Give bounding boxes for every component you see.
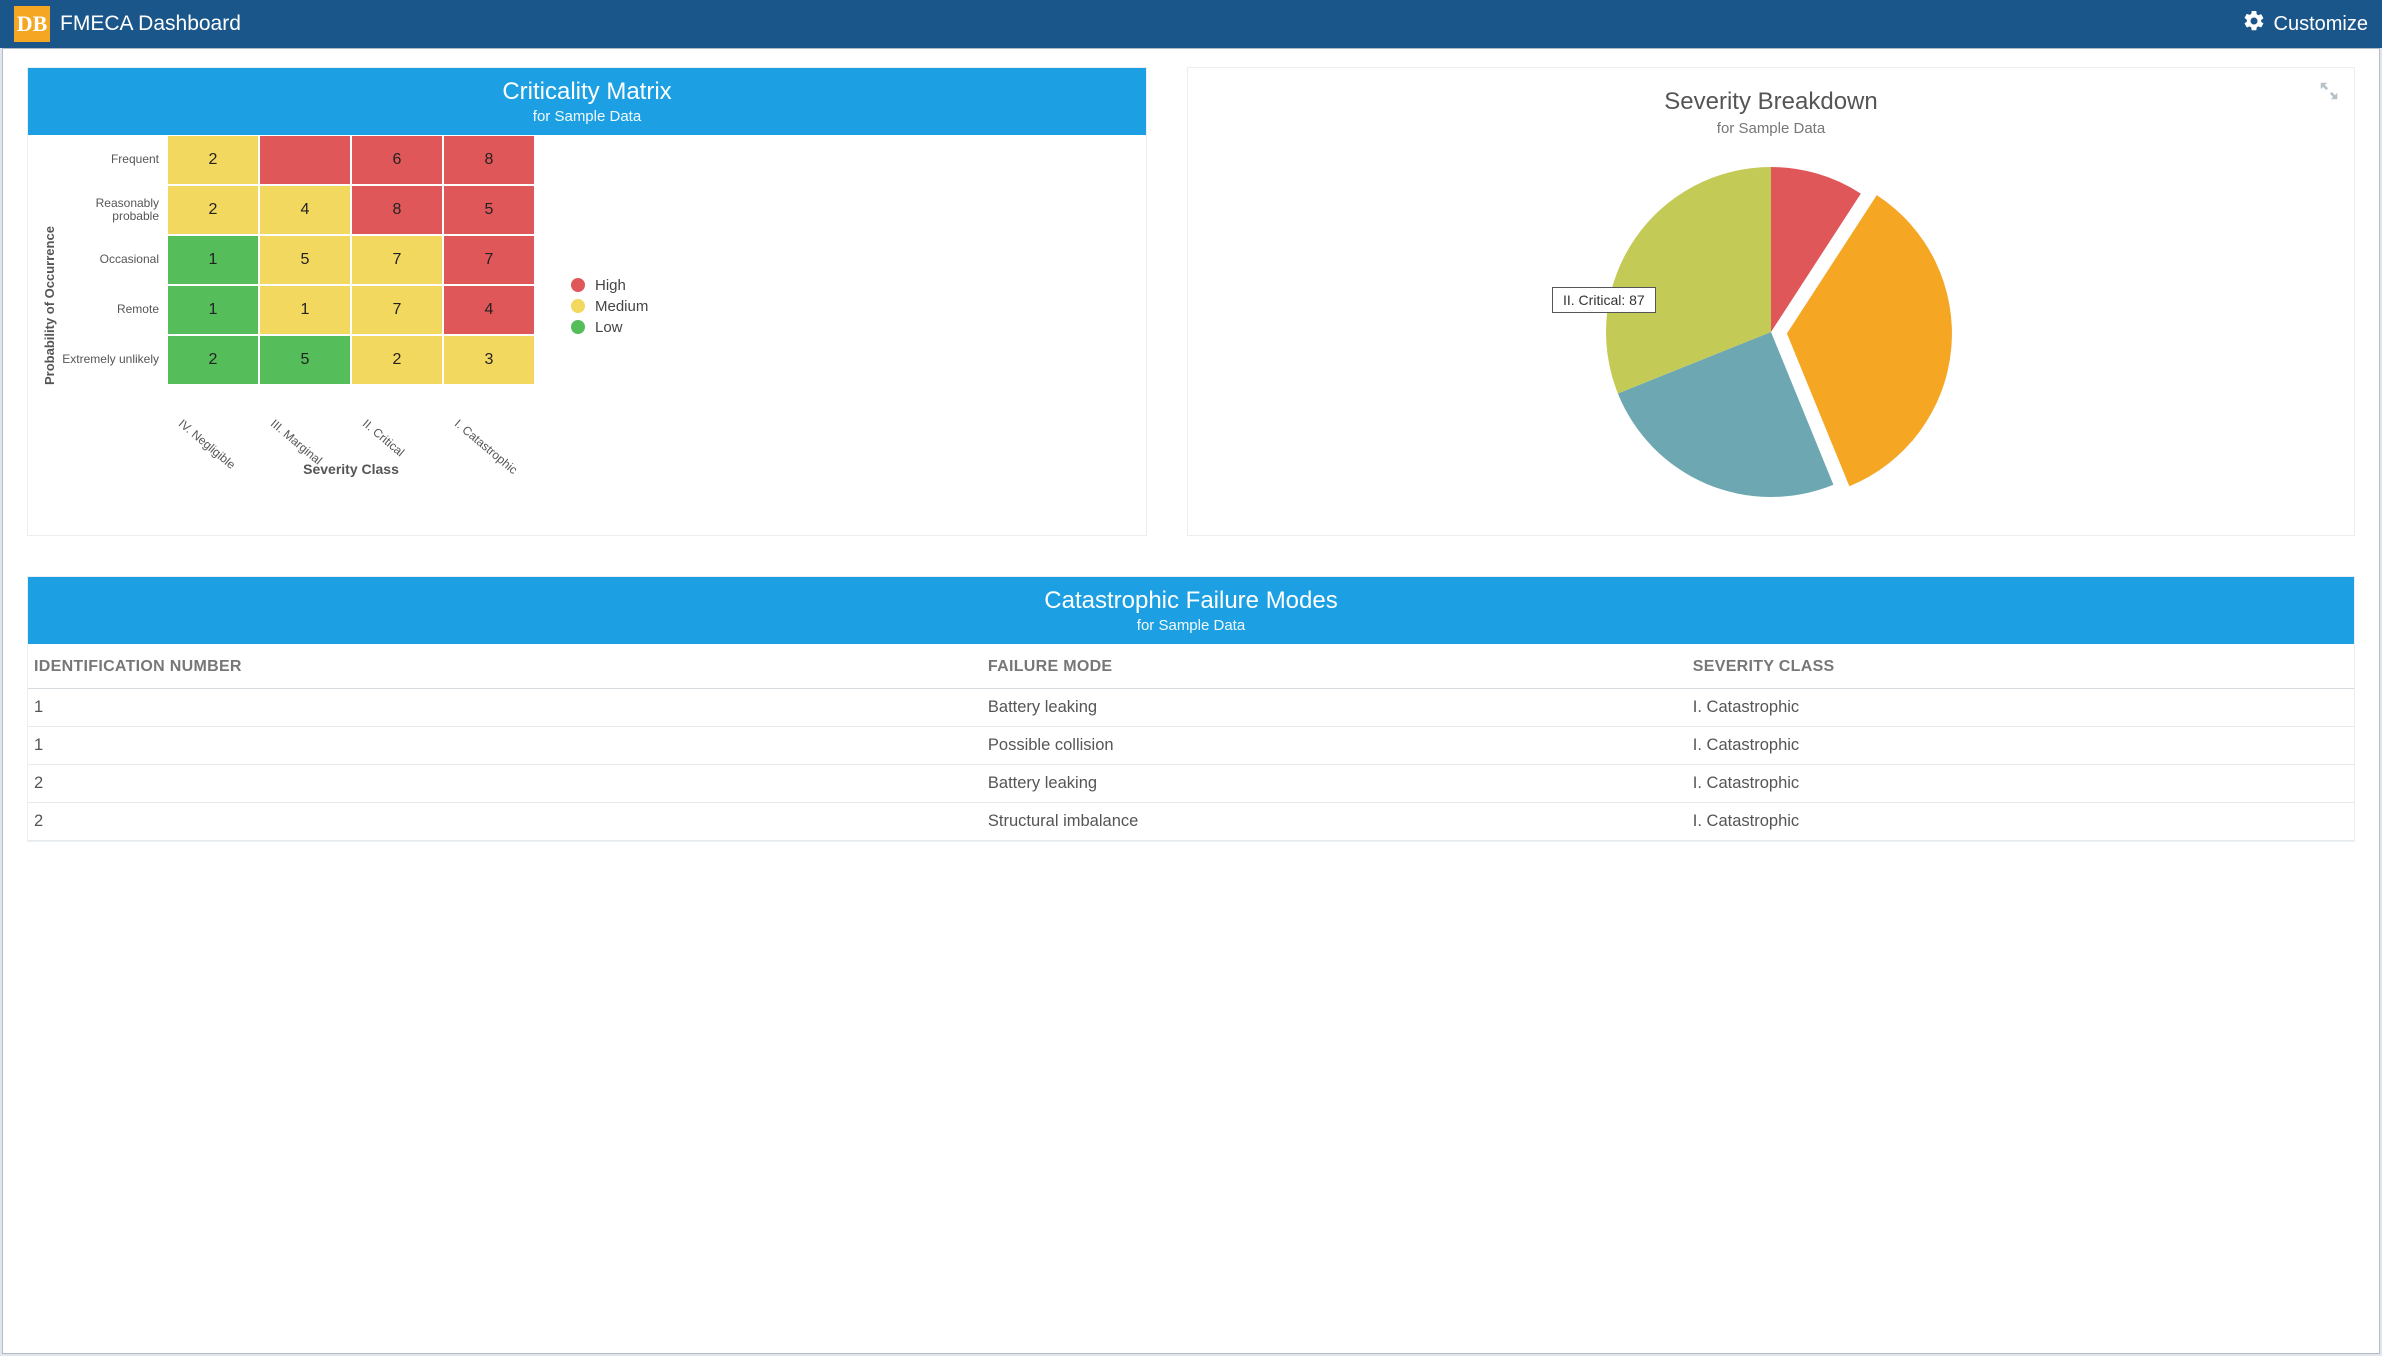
matrix-cell[interactable] [259,135,351,185]
matrix-col-label: III. Marginal [245,391,330,467]
legend-item: Low [571,319,648,336]
panel-subtitle: for Sample Data [40,617,2342,634]
legend-label: High [595,277,626,294]
matrix-row-label: Reasonably probable [57,185,167,235]
table-cell: I. Catastrophic [1687,689,2354,727]
matrix-cell[interactable]: 4 [259,185,351,235]
failure-modes-panel: Catastrophic Failure Modes for Sample Da… [27,576,2355,842]
matrix-cell[interactable]: 6 [351,135,443,185]
table-row[interactable]: 2Structural imbalanceI. Catastrophic [28,803,2354,841]
panel-header: Catastrophic Failure Modes for Sample Da… [28,577,2354,644]
matrix-cell[interactable]: 2 [167,185,259,235]
matrix-row-label: Extremely unlikely [57,335,167,385]
matrix-row-label: Remote [57,285,167,335]
legend-dot [571,278,585,292]
table-cell: I. Catastrophic [1687,765,2354,803]
table-cell: Structural imbalance [982,803,1687,841]
panel-title: Catastrophic Failure Modes [40,587,2342,615]
matrix-col-label: IV. Negligible [153,391,238,467]
matrix-cell[interactable]: 1 [259,285,351,335]
criticality-matrix-panel: Criticality Matrix for Sample Data Proba… [27,67,1147,536]
matrix-cell[interactable]: 1 [167,235,259,285]
pie-subtitle: for Sample Data [1212,120,2330,137]
matrix-cell[interactable]: 8 [351,185,443,235]
table-cell: 1 [28,727,982,765]
gear-icon [2242,9,2266,39]
customize-button[interactable]: Customize [2242,9,2368,39]
matrix-cell[interactable]: 5 [443,185,535,235]
legend-dot [571,299,585,313]
matrix-cell[interactable]: 5 [259,335,351,385]
customize-label: Customize [2274,13,2368,36]
panel-header: Criticality Matrix for Sample Data [28,68,1146,135]
pie-title: Severity Breakdown [1212,88,2330,116]
matrix-row-label: Occasional [57,235,167,285]
matrix-cell[interactable]: 4 [443,285,535,335]
main-viewport[interactable]: Criticality Matrix for Sample Data Proba… [2,48,2380,1354]
table-column-header[interactable]: SEVERITY CLASS [1687,644,2354,689]
legend-item: High [571,277,648,294]
pie-tooltip: II. Critical: 87 [1552,287,1656,313]
app-title: FMECA Dashboard [60,12,241,36]
table-cell: 2 [28,803,982,841]
matrix-row-label: Frequent [57,135,167,185]
pie-chart[interactable] [1581,157,1961,507]
table-column-header[interactable]: IDENTIFICATION NUMBER [28,644,982,689]
matrix-xlabel: Severity Class [57,461,535,477]
table-cell: I. Catastrophic [1687,727,2354,765]
matrix-cell[interactable]: 2 [167,335,259,385]
matrix-cell[interactable]: 7 [351,235,443,285]
matrix-col-label: I. Catastrophic [429,391,514,467]
matrix-legend: High Medium Low [571,273,648,340]
table-cell: 1 [28,689,982,727]
table-column-header[interactable]: FAILURE MODE [982,644,1687,689]
table-cell: I. Catastrophic [1687,803,2354,841]
matrix-cell[interactable]: 7 [443,235,535,285]
panel-subtitle: for Sample Data [40,108,1134,125]
matrix-grid: Frequent268Reasonably probable2485Occasi… [57,135,535,385]
legend-label: Medium [595,298,648,315]
matrix-cell[interactable]: 1 [167,285,259,335]
matrix-col-label: II. Critical [337,391,422,467]
severity-breakdown-panel: Severity Breakdown for Sample Data II. C… [1187,67,2355,536]
table-cell: 2 [28,765,982,803]
matrix-cell[interactable]: 5 [259,235,351,285]
expand-icon[interactable] [2318,80,2340,107]
table-header-row: IDENTIFICATION NUMBERFAILURE MODESEVERIT… [28,644,2354,689]
table-cell: Battery leaking [982,689,1687,727]
legend-item: Medium [571,298,648,315]
legend-dot [571,320,585,334]
table-row[interactable]: 1Possible collisionI. Catastrophic [28,727,2354,765]
matrix-ylabel: Probability of Occurrence [38,181,57,431]
failure-modes-table: IDENTIFICATION NUMBERFAILURE MODESEVERIT… [28,644,2354,841]
panel-title: Criticality Matrix [40,78,1134,106]
table-row[interactable]: 1Battery leakingI. Catastrophic [28,689,2354,727]
matrix-cell[interactable]: 2 [167,135,259,185]
matrix-cell[interactable]: 7 [351,285,443,335]
app-logo: DB [14,6,50,42]
matrix-cell[interactable]: 2 [351,335,443,385]
table-cell: Battery leaking [982,765,1687,803]
matrix-cell[interactable]: 3 [443,335,535,385]
table-row[interactable]: 2Battery leakingI. Catastrophic [28,765,2354,803]
matrix-xlabels: IV. NegligibleIII. MarginalII. CriticalI… [57,391,535,413]
legend-label: Low [595,319,623,336]
table-cell: Possible collision [982,727,1687,765]
matrix-cell[interactable]: 8 [443,135,535,185]
topbar: DB FMECA Dashboard Customize [0,0,2382,48]
